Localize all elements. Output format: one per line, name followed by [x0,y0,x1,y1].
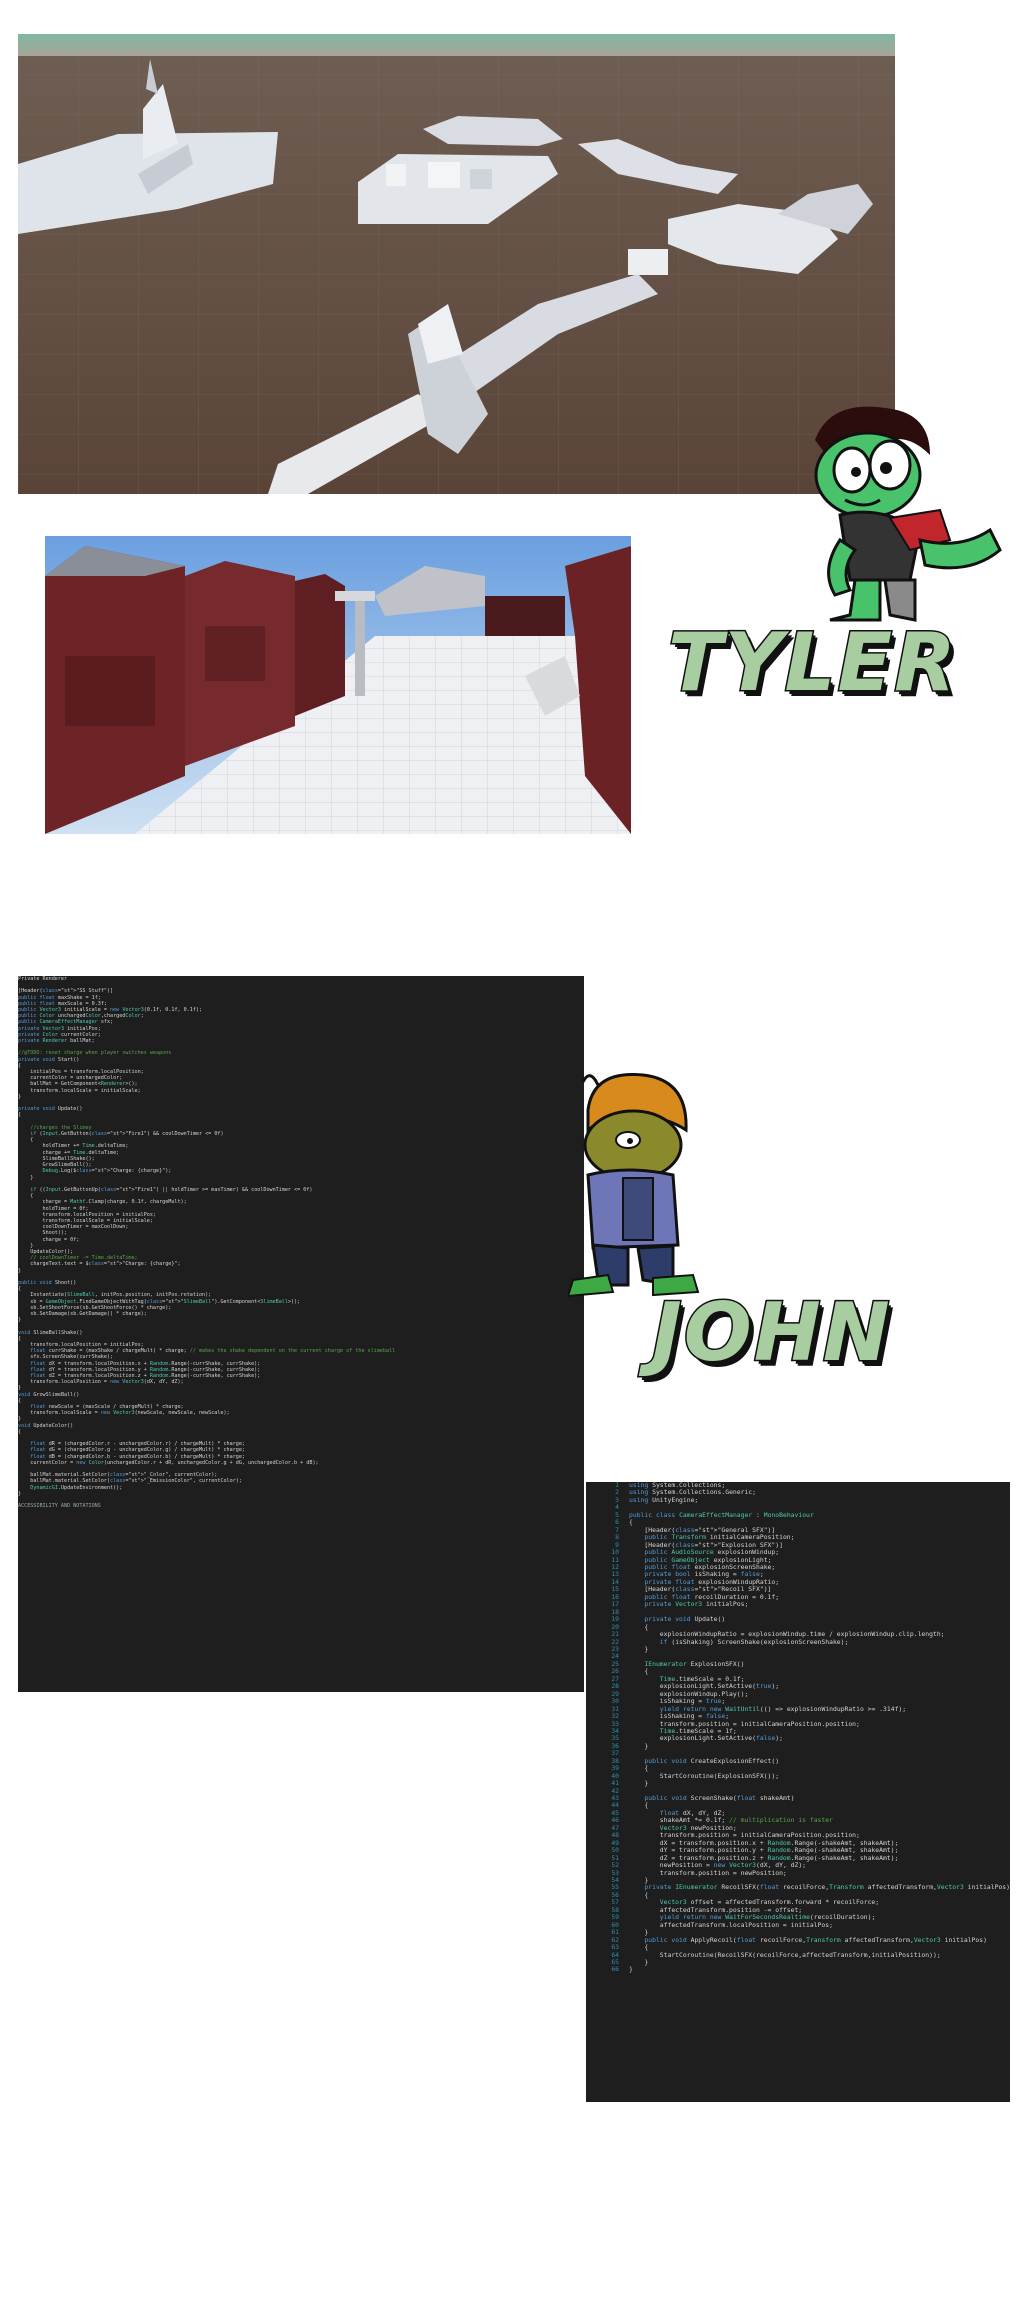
scene-overview-image [18,34,895,494]
code-editor-left: Private Renderer [Header(class="st">"SS … [18,976,584,1692]
scene-overview-art [18,34,895,494]
scene-street-image [45,536,631,834]
tyler-character-illustration [790,400,1015,625]
code-left-text: Private Renderer [Header(class="st">"SS … [18,976,396,1510]
character-name-john: JOHN [651,1286,892,1379]
line-numbers: 1 2 3 4 5 6 7 8 9 10 11 12 13 14 15 16 1… [611,1482,620,1974]
john-character-illustration [566,1070,708,1305]
scene-street-art [45,536,631,834]
character-name-tyler: TYLER [667,616,958,709]
code-editor-right: 1 2 3 4 5 6 7 8 9 10 11 12 13 14 15 16 1… [586,1482,1010,2102]
code-right-text: using System.Collections; using System.C… [629,1482,1010,1974]
